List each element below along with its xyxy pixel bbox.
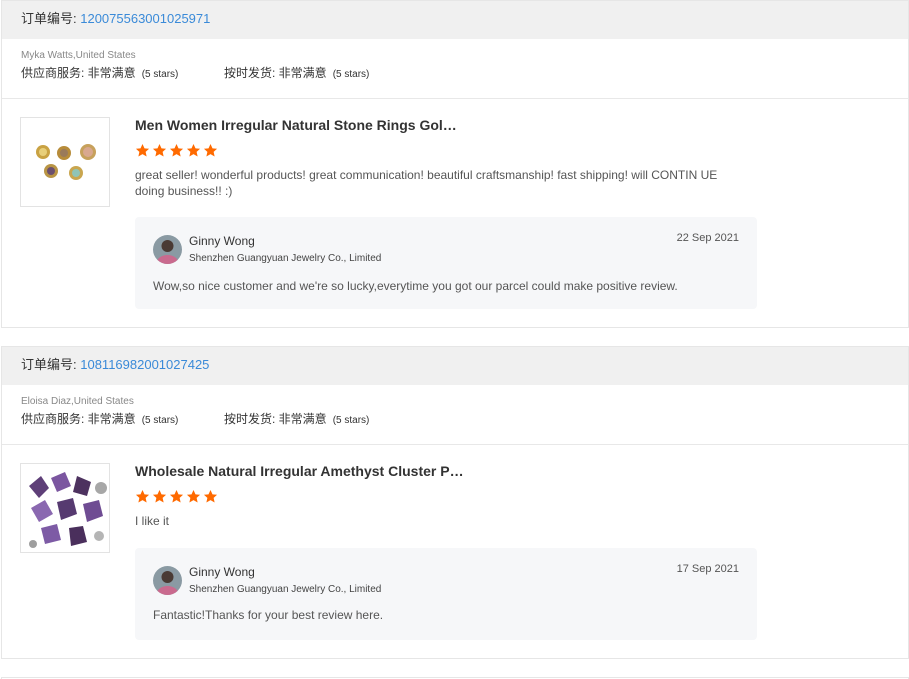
avatar-image	[153, 235, 182, 264]
product-thumbnail[interactable]	[20, 117, 110, 207]
supplier-service-rating: 供应商服务: 非常满意 (5 stars)	[21, 411, 224, 429]
supplier-service-rating: 供应商服务: 非常满意 (5 stars)	[21, 65, 224, 83]
seller-ratings: 供应商服务: 非常满意 (5 stars) 按时发货: 非常满意 (5 stars)	[21, 411, 908, 429]
on-time-delivery-rating: 按时发货: 非常满意 (5 stars)	[224, 411, 427, 429]
avatar-image	[153, 566, 182, 595]
reply-text: Fantastic!Thanks for your best review he…	[153, 608, 384, 622]
avatar	[153, 566, 182, 595]
star-icon	[169, 143, 184, 157]
rating-stars-text: (5 stars)	[141, 69, 179, 80]
avatar	[153, 235, 182, 264]
rating-label: 按时发货:	[224, 412, 279, 426]
rating-stars-text: (5 stars)	[332, 69, 370, 80]
order-number-link[interactable]: 120075563001025971	[80, 11, 210, 26]
rating-value: 非常满意	[278, 412, 327, 426]
rating-label: 供应商服务:	[21, 66, 88, 80]
order-card: 订单编号: 108116982001027425 Eloisa Diaz,Uni…	[1, 346, 909, 659]
product-title-link[interactable]: Men Women Irregular Natural Stone Rings …	[135, 117, 457, 133]
order-number-label: 订单编号:	[21, 357, 81, 372]
product-title-link[interactable]: Wholesale Natural Irregular Amethyst Clu…	[135, 463, 464, 479]
stone-rings-image	[21, 118, 109, 206]
buyer-info: Eloisa Diaz,United States 供应商服务: 非常满意 (5 …	[2, 385, 908, 445]
reply-text: Wow,so nice customer and we're so lucky,…	[153, 279, 678, 293]
rating-stars-text: (5 stars)	[141, 415, 179, 426]
rating-label: 供应商服务:	[21, 412, 88, 426]
seller-reply: Ginny Wong Shenzhen Guangyuan Jewelry Co…	[135, 548, 757, 640]
star-icon	[203, 489, 218, 503]
seller-reply: Ginny Wong Shenzhen Guangyuan Jewelry Co…	[135, 217, 757, 309]
order-card: 订单编号: 120075563001025971 Myka Watts,Unit…	[1, 0, 909, 328]
reply-date: 17 Sep 2021	[676, 563, 739, 575]
seller-ratings: 供应商服务: 非常满意 (5 stars) 按时发货: 非常满意 (5 stars)	[21, 65, 908, 83]
order-number-link[interactable]: 108116982001027425	[80, 357, 209, 372]
amethyst-image	[21, 464, 109, 552]
buyer-info: Myka Watts,United States 供应商服务: 非常满意 (5 s…	[2, 39, 908, 99]
product-thumbnail[interactable]	[20, 463, 110, 553]
review-text: I like it	[135, 514, 170, 528]
reply-author-name: Ginny Wong	[189, 565, 255, 579]
order-header: 订单编号: 120075563001025971	[2, 1, 908, 39]
star-icon	[152, 489, 167, 503]
rating-label: 按时发货:	[224, 66, 279, 80]
star-rating	[135, 143, 218, 158]
rating-value: 非常满意	[87, 412, 136, 426]
reply-company: Shenzhen Guangyuan Jewelry Co., Limited	[189, 584, 382, 595]
buyer-name: Myka Watts,United States	[21, 50, 136, 61]
order-header: 订单编号: 108116982001027425	[2, 347, 908, 385]
star-icon	[135, 143, 150, 157]
reply-author-name: Ginny Wong	[189, 234, 255, 248]
rating-stars-text: (5 stars)	[332, 415, 370, 426]
review-text: great seller! wonderful products! great …	[135, 168, 718, 198]
rating-value: 非常满意	[87, 66, 136, 80]
star-icon	[135, 489, 150, 503]
rating-value: 非常满意	[278, 66, 327, 80]
star-icon	[203, 143, 218, 157]
reply-date: 22 Sep 2021	[676, 232, 739, 244]
reply-company: Shenzhen Guangyuan Jewelry Co., Limited	[189, 253, 382, 264]
buyer-name: Eloisa Diaz,United States	[21, 396, 134, 407]
star-icon	[186, 489, 201, 503]
star-icon	[169, 489, 184, 503]
star-icon	[152, 143, 167, 157]
order-number-label: 订单编号:	[21, 11, 81, 26]
star-rating	[135, 489, 218, 504]
star-icon	[186, 143, 201, 157]
on-time-delivery-rating: 按时发货: 非常满意 (5 stars)	[224, 65, 427, 83]
